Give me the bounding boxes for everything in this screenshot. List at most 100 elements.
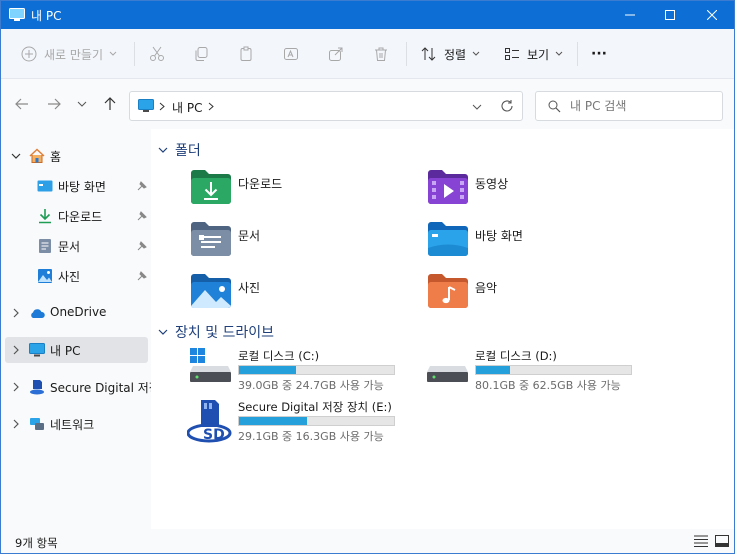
separator bbox=[406, 42, 407, 66]
downloads-folder-icon bbox=[191, 170, 231, 204]
svg-text:SD: SD bbox=[203, 427, 225, 443]
pin-icon[interactable] bbox=[137, 181, 147, 191]
forward-button[interactable] bbox=[45, 95, 63, 113]
folder-music[interactable]: 음악 bbox=[427, 273, 647, 317]
chevron-right-icon[interactable] bbox=[11, 345, 21, 355]
large-icons-view-icon[interactable] bbox=[714, 534, 730, 548]
chevron-down-icon[interactable] bbox=[157, 144, 169, 156]
breadcrumb-location[interactable]: 내 PC bbox=[172, 99, 202, 116]
title-bar[interactable]: 내 PC bbox=[1, 1, 734, 29]
drive-usage-fill bbox=[239, 366, 297, 374]
view-button[interactable]: 보기 bbox=[504, 43, 563, 65]
sidebar-item-pictures[interactable]: 사진 bbox=[5, 263, 148, 289]
back-button[interactable] bbox=[13, 95, 31, 113]
drive-e[interactable]: SD Secure Digital 저장 장치 (E:) 29.1GB 중 16… bbox=[187, 399, 427, 449]
recent-locations-button[interactable] bbox=[73, 95, 91, 113]
folder-label: 다운로드 bbox=[238, 177, 283, 191]
drive-usage-bar bbox=[238, 416, 395, 426]
navigation-bar: 내 PC bbox=[1, 79, 734, 129]
chevron-right-icon[interactable] bbox=[208, 102, 214, 111]
sidebar-item-network[interactable]: 네트워크 bbox=[5, 411, 148, 437]
sidebar-item-downloads[interactable]: 다운로드 bbox=[5, 203, 148, 229]
sort-button[interactable]: 정렬 bbox=[421, 43, 480, 65]
chevron-down-icon[interactable] bbox=[11, 151, 21, 161]
drive-space-info: 39.0GB 중 24.7GB 사용 가능 bbox=[238, 379, 384, 392]
folders-section-header[interactable]: 폴더 bbox=[157, 140, 201, 160]
separator bbox=[134, 42, 135, 66]
sd-drive-icon: SD bbox=[187, 400, 232, 443]
folder-label: 동영상 bbox=[475, 177, 509, 191]
rename-button[interactable] bbox=[283, 43, 299, 65]
sidebar-item-label: 문서 bbox=[58, 240, 81, 254]
sidebar-item-label: 내 PC bbox=[50, 344, 81, 358]
pin-icon[interactable] bbox=[137, 271, 147, 281]
close-button[interactable] bbox=[689, 1, 734, 29]
sidebar-item-sd-card[interactable]: Secure Digital 저장 bbox=[5, 374, 160, 400]
drive-name: 로컬 디스크 (D:) bbox=[475, 349, 557, 363]
sidebar-item-documents[interactable]: 문서 bbox=[5, 233, 148, 259]
chevron-right-icon[interactable] bbox=[11, 419, 21, 429]
copy-button[interactable] bbox=[193, 43, 209, 65]
videos-folder-icon bbox=[428, 170, 468, 204]
folder-label: 바탕 화면 bbox=[475, 229, 523, 243]
refresh-icon[interactable] bbox=[500, 99, 514, 113]
sidebar-item-label: Secure Digital 저장 bbox=[50, 381, 160, 395]
chevron-right-icon[interactable] bbox=[11, 308, 21, 318]
section-title: 폴더 bbox=[175, 143, 201, 159]
chevron-down-icon bbox=[555, 51, 563, 56]
chevron-down-icon bbox=[472, 51, 480, 56]
drives-section-header[interactable]: 장치 및 드라이브 bbox=[157, 322, 274, 342]
share-button[interactable] bbox=[328, 43, 344, 65]
drive-d[interactable]: 로컬 디스크 (D:) 80.1GB 중 62.5GB 사용 가능 bbox=[427, 348, 667, 398]
status-bar: 9개 항목 bbox=[1, 529, 734, 553]
sidebar-item-label: 다운로드 bbox=[58, 210, 103, 224]
chevron-down-icon[interactable] bbox=[157, 326, 169, 338]
more-options-button[interactable]: ··· bbox=[591, 43, 607, 65]
maximize-button[interactable] bbox=[647, 1, 693, 29]
address-bar[interactable]: 내 PC bbox=[129, 91, 523, 121]
search-input[interactable] bbox=[570, 98, 710, 114]
drive-usage-bar bbox=[475, 365, 632, 375]
trash-icon bbox=[375, 47, 387, 61]
sort-icon bbox=[421, 47, 436, 61]
clipboard-icon bbox=[240, 46, 252, 61]
sidebar-item-label: 사진 bbox=[58, 270, 81, 284]
details-view-icon[interactable] bbox=[693, 534, 709, 548]
cut-button[interactable] bbox=[149, 43, 165, 65]
minimize-icon bbox=[625, 14, 635, 16]
up-button[interactable] bbox=[101, 95, 119, 113]
sd-card-icon bbox=[30, 380, 44, 395]
content-pane: 폴더 다운로드 동영상 문서 바탕 화면 사진 음악 장치 및 드라이브 로컬 … bbox=[151, 129, 734, 529]
sidebar-item-desktop[interactable]: 바탕 화면 bbox=[5, 173, 148, 199]
pin-icon[interactable] bbox=[137, 211, 147, 221]
folder-pictures[interactable]: 사진 bbox=[190, 273, 410, 317]
close-icon bbox=[707, 10, 717, 20]
view-icon bbox=[505, 48, 519, 60]
arrow-up-icon bbox=[104, 97, 116, 110]
windows-drive-icon bbox=[190, 348, 231, 382]
folder-documents[interactable]: 문서 bbox=[190, 221, 410, 265]
folder-videos[interactable]: 동영상 bbox=[427, 169, 647, 213]
more-icon: ··· bbox=[591, 46, 607, 62]
sidebar-item-onedrive[interactable]: OneDrive bbox=[5, 300, 148, 326]
chevron-right-icon[interactable] bbox=[11, 382, 21, 392]
delete-button[interactable] bbox=[373, 43, 389, 65]
rename-icon bbox=[284, 48, 298, 60]
computer-icon bbox=[138, 99, 154, 112]
separator bbox=[577, 42, 578, 66]
pin-icon[interactable] bbox=[137, 241, 147, 251]
sidebar-item-this-pc[interactable]: 내 PC bbox=[5, 337, 148, 363]
arrow-left-icon bbox=[15, 98, 28, 110]
drive-space-info: 29.1GB 중 16.3GB 사용 가능 bbox=[238, 430, 384, 443]
sidebar-item-label: OneDrive bbox=[50, 305, 107, 319]
sidebar-item-home[interactable]: 홈 bbox=[5, 143, 148, 169]
documents-folder-icon bbox=[191, 222, 231, 256]
search-box[interactable] bbox=[535, 91, 723, 121]
drive-c[interactable]: 로컬 디스크 (C:) 39.0GB 중 24.7GB 사용 가능 bbox=[190, 348, 430, 398]
new-button[interactable]: 새로 만들기 bbox=[21, 43, 117, 65]
copy-icon bbox=[195, 47, 208, 61]
folder-downloads[interactable]: 다운로드 bbox=[190, 169, 410, 213]
folder-desktop[interactable]: 바탕 화면 bbox=[427, 221, 647, 265]
chevron-down-icon[interactable] bbox=[472, 104, 482, 110]
paste-button[interactable] bbox=[238, 43, 254, 65]
